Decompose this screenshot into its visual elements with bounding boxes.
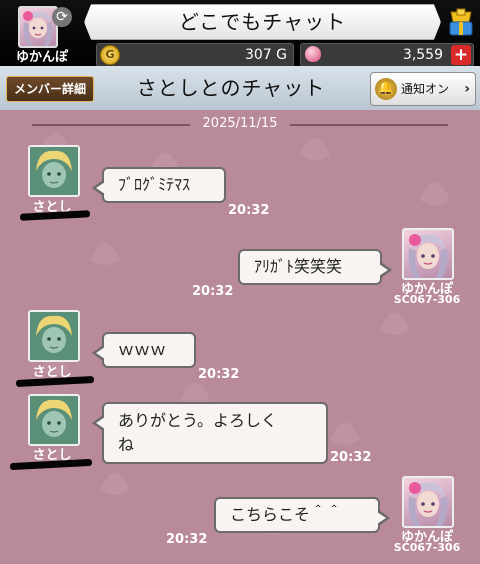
my-message-avatar[interactable] <box>402 476 454 528</box>
message-time: 20:32 <box>198 367 240 382</box>
coin-icon: G <box>100 45 120 65</box>
message-bubble: こちらこそ＾＾ <box>214 497 390 533</box>
gold-amount: 307 G <box>244 47 287 63</box>
gift-icon[interactable] <box>447 6 475 38</box>
my-name: ゆかんぽ <box>16 50 69 65</box>
message-bubble: ﾌﾞﾛｸﾞﾐﾃﾏｽ <box>92 167 226 203</box>
my-message-avatar[interactable] <box>402 228 454 280</box>
gem-amount: 3,559 <box>402 47 443 63</box>
bell-icon: 🔔 <box>375 78 397 100</box>
notification-toggle-button[interactable]: 🔔 通知オン › <box>370 72 476 106</box>
chevron-right-icon: › <box>464 81 470 97</box>
message-bubble: ｗｗｗ <box>92 332 196 368</box>
page-title: どこでもチャット <box>84 4 441 40</box>
top-bar: ⟳ ゆかんぽ どこでもチャット G 307 G 3,559 + <box>0 0 480 67</box>
message-time: 20:32 <box>166 532 208 547</box>
message-bubble: ｱﾘｶﾞﾄ笑笑笑 <box>238 249 392 285</box>
sender-avatar[interactable] <box>28 310 80 362</box>
sync-icon[interactable]: ⟳ <box>52 7 72 27</box>
gem-icon <box>305 46 321 62</box>
gold-balance: G 307 G <box>96 43 294 67</box>
gem-balance: 3,559 + <box>300 43 474 67</box>
date-label: 2025/11/15 <box>190 116 290 132</box>
chat-title: さとしとのチャット <box>136 76 326 100</box>
sender-code: SC067-306 <box>393 541 461 554</box>
sender-avatar[interactable] <box>28 145 80 197</box>
buy-gems-button[interactable]: + <box>451 45 471 65</box>
message-time: 20:32 <box>330 450 372 465</box>
message-time: 20:32 <box>228 203 270 218</box>
message-bubble: ありがとう。よろしく ね <box>92 402 328 464</box>
member-details-button[interactable]: メンバー詳細 <box>6 76 94 102</box>
message-time: 20:32 <box>192 284 234 299</box>
sender-code: SC067-306 <box>393 293 461 306</box>
notification-label: 通知オン <box>401 82 450 96</box>
sender-avatar[interactable] <box>28 394 80 446</box>
